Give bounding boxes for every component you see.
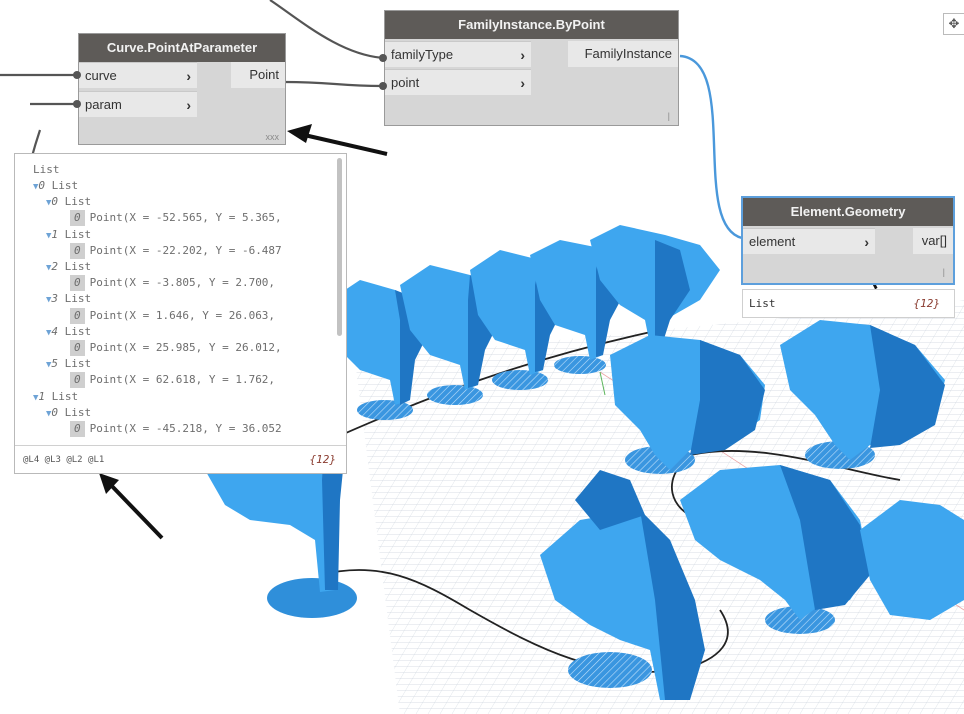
- tree-index: 0: [70, 421, 85, 437]
- output-port-family-instance[interactable]: FamilyInstance: [568, 41, 678, 67]
- point-value: Point(X = -3.805, Y = 2.700,: [89, 276, 276, 290]
- tree-leaf: 0 Point(X = 62.618, Y = 1.762,: [70, 372, 276, 389]
- point-value: Point(X = 62.618, Y = 1.762,: [89, 373, 276, 387]
- tree-label: List: [58, 227, 92, 241]
- port-connector: [73, 100, 81, 108]
- point-value: Point(X = 25.985, Y = 26.012,: [89, 341, 282, 354]
- tree-root: List: [33, 163, 60, 176]
- pan-icon[interactable]: ✥: [943, 13, 964, 35]
- port-label: param: [85, 97, 122, 112]
- port-connector: [73, 71, 81, 79]
- node-preview-popup[interactable]: List ▼0 List ▼0 List 0 Point(X = -52.565, Y …: [14, 153, 347, 474]
- point-value: Point(X = -45.218, Y = 36.052: [89, 422, 282, 435]
- input-port-family-type[interactable]: familyType ›: [385, 41, 531, 67]
- node-family-instance-by-point[interactable]: FamilyInstance.ByPoint familyType › poin…: [384, 10, 679, 126]
- tree-leaf: 0 Point(X = 25.985, Y = 26.012,: [70, 340, 282, 356]
- scrollbar[interactable]: [337, 158, 342, 336]
- tree-node[interactable]: ▼3 List: [46, 291, 91, 307]
- tree-label: List: [45, 179, 79, 192]
- node-title: Element.Geometry: [743, 198, 953, 226]
- lacing-indicator[interactable]: xxx: [266, 132, 280, 142]
- chevron-right-icon: ›: [186, 97, 191, 113]
- input-port-element[interactable]: element ›: [743, 228, 875, 254]
- preview-tree[interactable]: List ▼0 List ▼0 List 0 Point(X = -52.565, Y …: [15, 160, 335, 444]
- port-label: element: [749, 234, 796, 249]
- wire-selected: [679, 54, 743, 240]
- tree-label: List: [58, 260, 92, 273]
- tree-leaf: 0 Point(X = -52.565, Y = 5.365,: [70, 210, 282, 227]
- list-count: {12}: [913, 297, 941, 310]
- lacing-indicator[interactable]: |: [943, 267, 945, 277]
- tree-leaf: 0 Point(X = -45.218, Y = 36.052: [70, 421, 282, 437]
- tree-index: 0: [70, 307, 85, 324]
- tree-label: List: [58, 292, 92, 306]
- tree-index: 0: [70, 242, 85, 259]
- preview-footer: @L4 @L3 @L2 @L1 {12}: [15, 445, 346, 473]
- chevron-right-icon: ›: [186, 68, 191, 84]
- port-label: familyType: [391, 47, 454, 62]
- tree-label: List: [58, 405, 92, 419]
- point-value: Point(X = -22.202, Y = -6.487: [89, 243, 282, 257]
- tree-node[interactable]: ▼2 List: [46, 259, 91, 275]
- tree-leaf: 0 Point(X = 1.646, Y = 26.063,: [70, 307, 276, 324]
- output-port-point[interactable]: Point: [231, 62, 285, 88]
- node-element-geometry[interactable]: Element.Geometry element › var[] |: [741, 196, 955, 285]
- tree-index: 0: [70, 372, 85, 389]
- point-value: Point(X = 1.646, Y = 26.063,: [89, 308, 276, 322]
- chevron-right-icon: ›: [520, 75, 525, 91]
- list-preview-bubble[interactable]: List {12}: [742, 289, 955, 318]
- tree-index: 0: [70, 340, 85, 356]
- list-levels[interactable]: @L4 @L3 @L2 @L1: [23, 446, 104, 474]
- port-label: point: [391, 75, 420, 90]
- chevron-right-icon: ›: [520, 47, 525, 63]
- node-title: Curve.PointAtParameter: [79, 34, 285, 62]
- output-port-var[interactable]: var[]: [913, 228, 953, 254]
- arrow-icon: [287, 124, 388, 156]
- tree-node[interactable]: ▼5 List: [46, 356, 91, 372]
- input-port-point[interactable]: point ›: [385, 69, 531, 95]
- chevron-right-icon: ›: [864, 234, 869, 250]
- wire: [284, 80, 385, 88]
- port-connector: [379, 82, 387, 90]
- input-port-curve[interactable]: curve ›: [79, 62, 197, 88]
- tree-leaf: 0 Point(X = -22.202, Y = -6.487: [70, 242, 282, 259]
- tree-node[interactable]: ▼0 List: [46, 405, 91, 421]
- tree-label: List: [58, 195, 92, 209]
- tree-node[interactable]: ▼1 List: [46, 227, 91, 243]
- node-curve-point-at-parameter[interactable]: Curve.PointAtParameter curve › param › P…: [78, 33, 286, 145]
- tree-label: List: [45, 389, 79, 403]
- tree-index: 0: [70, 210, 85, 227]
- tree-node[interactable]: ▼0 List: [33, 178, 78, 194]
- tree-node[interactable]: ▼0 List: [46, 194, 91, 210]
- tree-label: List: [58, 324, 92, 338]
- point-value: Point(X = -52.565, Y = 5.365,: [89, 211, 282, 225]
- wire: [269, 0, 385, 60]
- arrow-icon: [99, 473, 164, 540]
- tree-node[interactable]: ▼1 List: [33, 389, 78, 405]
- node-title: FamilyInstance.ByPoint: [385, 11, 678, 39]
- port-label: curve: [85, 68, 117, 83]
- item-count: {12}: [309, 453, 337, 466]
- lacing-indicator[interactable]: |: [668, 111, 670, 121]
- tree-node[interactable]: ▼4 List: [46, 324, 91, 340]
- port-connector: [379, 54, 387, 62]
- tree-leaf: 0 Point(X = -3.805, Y = 2.700,: [70, 275, 276, 292]
- list-label: List: [749, 297, 776, 310]
- tree-index: 0: [70, 275, 85, 292]
- input-port-param[interactable]: param ›: [79, 91, 197, 117]
- tree-label: List: [58, 357, 92, 371]
